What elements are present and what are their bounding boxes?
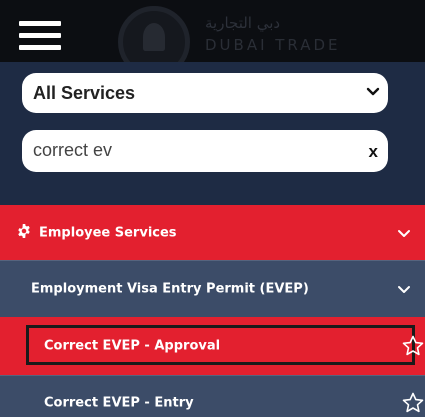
menu-item-label: Correct EVEP - Entry: [44, 395, 194, 411]
search-panel: All Services x: [0, 62, 425, 205]
menu-item-correct-evep-approval[interactable]: Correct EVEP - Approval: [0, 317, 425, 375]
hamburger-line: [19, 45, 61, 50]
service-select[interactable]: All Services: [22, 73, 388, 113]
menu-item-label: Correct EVEP - Approval: [44, 338, 221, 354]
gear-icon: [18, 224, 30, 238]
search-field: x: [22, 130, 388, 172]
logo-text: DUBAI TRADE: [205, 36, 341, 54]
menu-subcategory-label: Employment Visa Entry Permit (EVEP): [31, 281, 309, 297]
top-bar: دبي التجارية DUBAI TRADE: [0, 0, 425, 62]
menu-category-employee-services[interactable]: Employee Services: [0, 205, 425, 260]
menu-subcategory-evep[interactable]: Employment Visa Entry Permit (EVEP): [0, 260, 425, 317]
chevron-down-icon: [366, 87, 380, 96]
chevron-down-icon: [398, 286, 410, 293]
favorite-star-icon[interactable]: [401, 391, 425, 415]
hamburger-line: [19, 33, 61, 38]
hamburger-menu-icon[interactable]: [16, 12, 66, 52]
hamburger-line: [19, 21, 61, 26]
search-input[interactable]: [33, 136, 353, 164]
menu-category-label: Employee Services: [39, 225, 177, 240]
chevron-down-icon: [398, 229, 410, 237]
logo-arabic-text: دبي التجارية: [205, 14, 281, 32]
clear-search-button[interactable]: x: [369, 143, 378, 160]
menu-item-correct-evep-entry[interactable]: Correct EVEP - Entry: [0, 375, 425, 417]
dubai-trade-emblem-icon: [118, 6, 190, 62]
favorite-star-icon[interactable]: [401, 334, 425, 358]
service-select-value: All Services: [33, 83, 136, 103]
